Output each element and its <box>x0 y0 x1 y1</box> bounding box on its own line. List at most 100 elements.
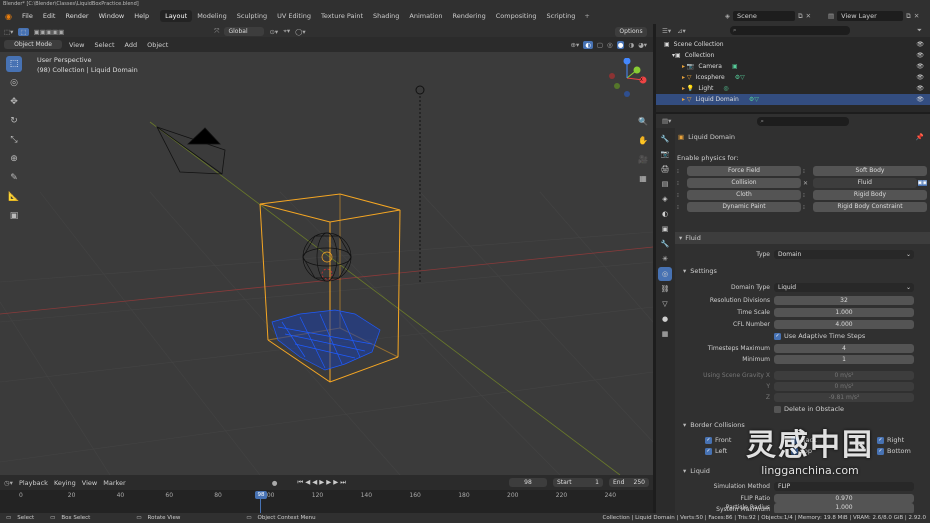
outliner-item-camera[interactable]: ▸ 📷 Camera ▣ 👁 <box>656 61 930 72</box>
properties-tab-data-icon[interactable]: ▽ <box>658 297 672 311</box>
pivot-icon[interactable]: ⊙▾ <box>269 28 278 36</box>
delete-in-obstacle-checkbox[interactable]: Delete in Obstacle <box>774 405 844 413</box>
properties-tab-render-icon[interactable]: 📷 <box>658 147 672 161</box>
properties-tab-material-icon[interactable]: ● <box>658 312 672 326</box>
workspace-tab-sculpting[interactable]: Sculpting <box>232 10 272 22</box>
outliner-item-icosphere[interactable]: ▸ ▽ Icosphere ⚙▽ 👁 <box>656 72 930 83</box>
proportional-edit-icon[interactable]: ◯▾ <box>295 28 306 36</box>
end-frame-field[interactable]: End 250 <box>609 478 649 487</box>
scale-tool-icon[interactable]: ⤡ <box>6 132 22 148</box>
physics-cloth-button[interactable]: Cloth <box>687 190 801 200</box>
start-frame-field[interactable]: Start 1 <box>553 478 603 487</box>
outliner-collection[interactable]: ▾▣ Collection 👁 <box>656 50 930 61</box>
add-workspace-icon[interactable]: + <box>584 12 589 20</box>
menu-help[interactable]: Help <box>129 12 154 20</box>
view-layer-icon[interactable]: ▤ <box>828 12 834 20</box>
options-button[interactable]: Options <box>615 26 647 37</box>
border-collapse-chevron-icon[interactable]: ▾ <box>683 421 686 429</box>
workspace-tab-uv-editing[interactable]: UV Editing <box>272 10 316 22</box>
transform-tool-icon[interactable]: ⊕ <box>6 151 22 167</box>
settings-collapse-chevron-icon[interactable]: ▾ <box>683 267 686 275</box>
physics-rigid-body-constraint-button[interactable]: Rigid Body Constraint <box>813 202 927 212</box>
timeline-view-menu[interactable]: View <box>82 479 97 487</box>
properties-tab-texture-icon[interactable]: ▦ <box>658 327 672 341</box>
cfl-field[interactable]: 4.000 <box>774 320 914 329</box>
shading-rendered-icon[interactable]: ◕▾ <box>638 41 647 49</box>
move-tool-icon[interactable]: ✥ <box>6 94 22 110</box>
domain-type-select[interactable]: Liquid ⌄ <box>774 283 914 292</box>
visibility-eye-icon[interactable]: 👁 <box>916 74 924 81</box>
select-menu[interactable]: Select <box>91 41 117 49</box>
transform-orientation-icon[interactable]: ⤧ <box>214 27 219 36</box>
outliner-filter-funnel-icon[interactable]: ⏷ <box>917 26 922 35</box>
properties-search-field[interactable]: ⌕ <box>757 116 850 126</box>
select-mode-icons[interactable]: ▣▣▣▣▣ <box>34 28 65 36</box>
rotate-tool-icon[interactable]: ↻ <box>6 113 22 129</box>
physics-collision-button[interactable]: Collision <box>687 178 801 188</box>
new-scene-icon[interactable]: ⧉ <box>798 12 803 21</box>
pan-hand-icon[interactable]: ✋ <box>635 133 651 149</box>
shading-material-icon[interactable]: ◑ <box>628 41 634 49</box>
workspace-tab-animation[interactable]: Animation <box>404 10 447 22</box>
shading-solid-icon[interactable]: ● <box>616 40 625 49</box>
editor-type-icon[interactable]: ⬚▾ <box>4 28 13 36</box>
properties-tab-physics-icon[interactable]: ◎ <box>658 267 672 281</box>
outliner-editor-icon[interactable]: ☰▾ <box>662 27 671 35</box>
playback-menu[interactable]: Playback <box>19 479 48 487</box>
menu-render[interactable]: Render <box>60 12 93 20</box>
visibility-eye-icon[interactable]: 👁 <box>916 85 924 92</box>
resolution-field[interactable]: 32 <box>774 296 914 305</box>
snap-icon[interactable]: ⌖▾ <box>283 27 290 36</box>
pin-icon[interactable]: 📌 <box>916 133 924 141</box>
3d-viewport[interactable]: User Perspective (98) Collection | Liqui… <box>0 52 653 475</box>
record-icon[interactable]: ● <box>272 479 278 487</box>
marker-menu[interactable]: Marker <box>103 479 125 487</box>
workspace-tab-shading[interactable]: Shading <box>368 10 404 22</box>
outliner-filter-icon[interactable]: ⊿▾ <box>677 27 686 35</box>
visibility-eye-icon[interactable]: 👁 <box>916 41 924 48</box>
playhead[interactable]: 98 <box>255 491 267 499</box>
menu-file[interactable]: File <box>17 12 38 20</box>
visibility-eye-icon[interactable]: 👁 <box>916 63 924 70</box>
new-view-layer-icon[interactable]: ⧉ <box>906 12 911 21</box>
view-layer-field[interactable]: View Layer <box>837 11 904 21</box>
ortho-toggle-icon[interactable]: ▦ <box>635 171 651 187</box>
blender-logo-icon[interactable]: ◉ <box>0 12 17 21</box>
workspace-tab-texture-paint[interactable]: Texture Paint <box>316 10 368 22</box>
delete-view-layer-icon[interactable]: ✕ <box>914 12 919 20</box>
select-tool-icon[interactable]: ⬚ <box>18 27 29 36</box>
xray-icon[interactable]: ▢ <box>597 41 603 49</box>
time-scale-field[interactable]: 1.000 <box>774 308 914 317</box>
particle-radius-field[interactable]: 1.000 <box>774 503 914 512</box>
add-menu[interactable]: Add <box>122 41 141 49</box>
outliner-item-liquid-domain[interactable]: ▸ ▽ Liquid Domain ⚙▽ 👁 <box>656 94 930 105</box>
view-menu[interactable]: View <box>66 41 87 49</box>
properties-tab-world-icon[interactable]: ◐ <box>658 207 672 221</box>
physics-force-field-button[interactable]: Force Field <box>687 166 801 176</box>
properties-tab-output-icon[interactable]: 🖨 <box>658 162 672 176</box>
workspace-tab-rendering[interactable]: Rendering <box>448 10 491 22</box>
annotate-tool-icon[interactable]: ✎ <box>6 170 22 186</box>
fluid-collapse-chevron-icon[interactable]: ▾ <box>679 234 682 242</box>
fluid-type-select[interactable]: Domain ⌄ <box>774 250 914 259</box>
workspace-tab-layout[interactable]: Layout <box>160 10 193 22</box>
outliner-item-light[interactable]: ▸ 💡 Light ◎ 👁 <box>656 83 930 94</box>
properties-tab-tool-icon[interactable]: 🔧 <box>658 132 672 146</box>
outliner-scene-collection[interactable]: ▣ Scene Collection 👁 <box>656 39 930 50</box>
overlay-toggle-icon[interactable]: ◐ <box>583 40 593 49</box>
properties-tab-particles-icon[interactable]: ✳ <box>658 252 672 266</box>
fluid-panel-header[interactable]: ▾ Fluid <box>675 232 930 244</box>
timeline-ruler[interactable]: 0 20 40 60 80 100 120 140 160 180 200 220 240 98 <box>0 490 653 513</box>
scene-icon[interactable]: ◈ <box>725 12 730 20</box>
properties-tab-scene-icon[interactable]: ◈ <box>658 192 672 206</box>
fluid-settings-icon[interactable]: ▣▣ <box>917 180 927 186</box>
workspace-tab-scripting[interactable]: Scripting <box>542 10 581 22</box>
timeline-editor-icon[interactable]: ◷▾ <box>4 479 13 487</box>
shading-wire-icon[interactable]: ◎ <box>607 41 613 49</box>
flip-ratio-field[interactable]: 0.970 <box>774 494 914 503</box>
scene-field[interactable]: Scene <box>733 11 795 21</box>
liquid-collapse-chevron-icon[interactable]: ▾ <box>683 467 686 475</box>
properties-tab-object-icon[interactable]: ▣ <box>658 222 672 236</box>
physics-rigid-body-button[interactable]: Rigid Body <box>813 190 927 200</box>
physics-soft-body-button[interactable]: Soft Body <box>813 166 927 176</box>
